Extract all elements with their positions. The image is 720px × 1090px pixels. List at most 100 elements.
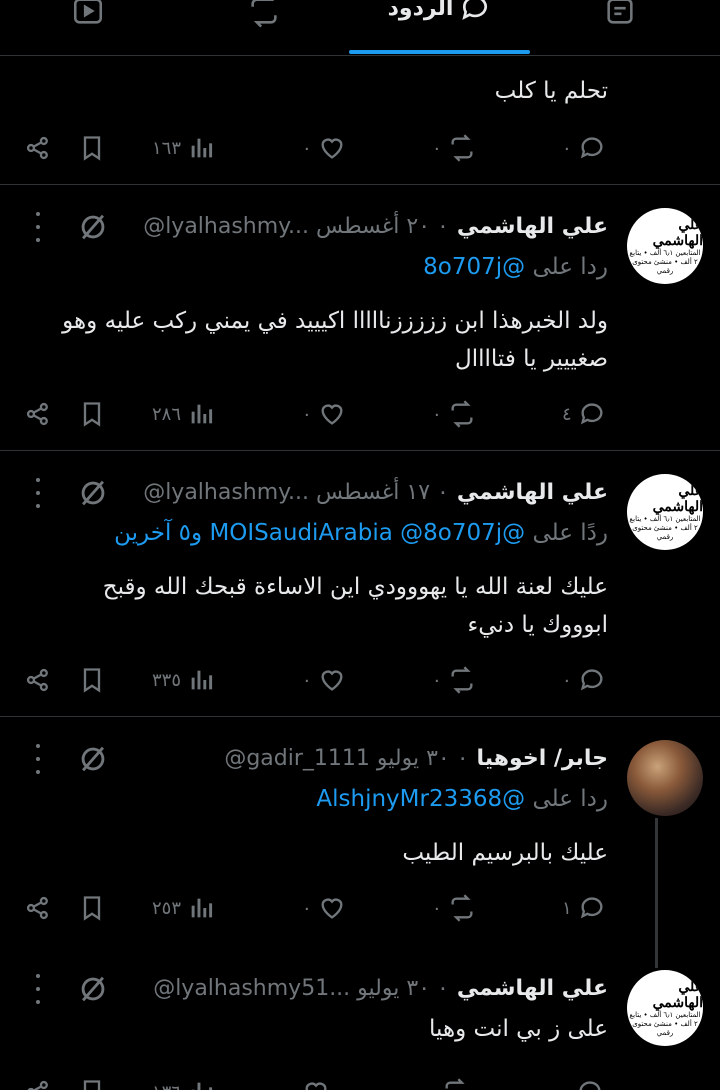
repost-button[interactable]: ٠ [432, 660, 476, 700]
share-icon [27, 1080, 48, 1090]
display-name[interactable]: جابر/ اخوهيا [477, 746, 608, 771]
bookmark-icon [83, 1080, 101, 1090]
repost-button[interactable]: ٠ [432, 888, 476, 928]
more-options-button[interactable] [30, 212, 46, 242]
reply-button[interactable]: ٠ [562, 128, 606, 168]
grok-icon[interactable] [76, 210, 110, 244]
share-button[interactable] [24, 128, 52, 168]
share-icon [26, 668, 48, 692]
bookmark-icon [83, 668, 101, 693]
retweet-icon [451, 666, 473, 694]
likes-label: ٠ [302, 137, 312, 159]
handle-and-date: @lyalhashmy... ٠ ٢٠ أغسطس [143, 213, 449, 239]
replying-to-link[interactable]: @AlshjnyMr23368 [316, 786, 525, 812]
retweet-icon [445, 1078, 465, 1089]
like-button[interactable] [302, 1072, 330, 1090]
tweet-text: عليك بالبرسيم الطيب [402, 840, 608, 866]
reply-button[interactable]: ١ [562, 888, 606, 928]
like-button[interactable]: ٠ [302, 660, 346, 700]
grok-icon[interactable] [76, 972, 110, 1006]
share-icon [26, 136, 48, 160]
replying-to: ردا على @AlshjnyMr23368 [316, 786, 608, 812]
tweet-actions: ٣٣٥ ٠ ٠ ٠ [0, 660, 720, 700]
like-button[interactable]: ٠ [302, 888, 346, 928]
replies-label: ٤ [562, 403, 572, 425]
avatar[interactable]: علي الهاشمي المتابعين ٦٫١ ألف • يتابع ٢ … [627, 474, 703, 550]
views-label: ١٣٦ [152, 1082, 181, 1090]
repost-button[interactable]: ٠ [432, 394, 476, 434]
tab-replies-label: الردود [387, 0, 454, 21]
tweet-text: عليك لعنة الله يا يهووودي اين الاساءة قب… [102, 574, 608, 638]
views-count[interactable]: ١٦٣ [152, 128, 215, 168]
bookmark-icon [83, 896, 101, 921]
views-count[interactable]: ٣٣٥ [152, 660, 215, 700]
divider [0, 450, 720, 451]
bookmark-button[interactable] [78, 660, 106, 700]
share-button[interactable] [24, 394, 52, 434]
more-options-button[interactable] [30, 974, 46, 1004]
reply-icon [579, 1081, 601, 1090]
heart-icon [321, 670, 343, 691]
tab-reposts[interactable] [236, 0, 292, 56]
divider [0, 716, 720, 717]
bookmark-button[interactable] [78, 1072, 106, 1090]
tweet-actions: ٢٥٣ ٠ ٠ ١ [0, 888, 720, 928]
views-count[interactable]: ١٣٦ [152, 1072, 215, 1090]
media-icon [73, 0, 103, 24]
tab-articles[interactable] [592, 0, 648, 56]
tweet-actions: ١٦٣ ٠ ٠ ٠ [0, 128, 720, 168]
replying-to: ردًا على @MOISaudiArabia @8o707j و٥ آخري… [114, 520, 608, 546]
display-name[interactable]: علي الهاشمي [457, 214, 608, 239]
retweets-label: ٠ [432, 137, 442, 159]
retweet-icon [251, 0, 277, 28]
like-button[interactable]: ٠ [302, 128, 346, 168]
grok-icon[interactable] [76, 742, 110, 776]
more-options-button[interactable] [30, 744, 46, 774]
avatar[interactable]: علي الهاشمي المتابعين ٦٫١ ألف • يتابع ٢ … [627, 208, 703, 284]
reply-button[interactable] [576, 1072, 604, 1090]
tweet-header: علي الهاشمي @lyalhashmy... ٠ ٢٠ أغسطس [143, 208, 608, 244]
analytics-icon [191, 1082, 213, 1090]
share-button[interactable] [24, 660, 52, 700]
heart-icon [321, 138, 343, 159]
avatar-title: علي الهاشمي [652, 216, 703, 249]
replying-to-link[interactable]: @8o707j [423, 254, 525, 280]
bookmark-button[interactable] [78, 888, 106, 928]
replying-to-link[interactable]: @MOISaudiArabia @8o707j و٥ آخرين [114, 520, 525, 546]
share-button[interactable] [24, 888, 52, 928]
bookmark-button[interactable] [78, 394, 106, 434]
views-count[interactable]: ٢٨٦ [152, 394, 215, 434]
grok-icon[interactable] [76, 476, 110, 510]
reply-button[interactable]: ٤ [562, 394, 606, 434]
replying-to: ردا على @8o707j [423, 254, 608, 280]
reply-button[interactable]: ٠ [562, 660, 606, 700]
avatar-subtitle: المتابعين ٦٫١ ألف • يتابع ٢ ألف • منشئ م… [629, 514, 701, 541]
tab-replies[interactable]: الردود [349, 0, 530, 56]
likes-label: ٠ [302, 669, 312, 691]
divider [0, 184, 720, 185]
replies-label: ١ [562, 897, 572, 919]
retweet-icon [451, 134, 473, 162]
avatar[interactable]: علي الهاشمي المتابعين ٦٫١ ألف • يتابع ٢ … [627, 970, 703, 1046]
retweets-label: ٠ [432, 897, 442, 919]
heart-icon [321, 404, 343, 425]
repost-button[interactable]: ٠ [432, 128, 476, 168]
profile-tabs: الردود [0, 0, 720, 56]
share-button[interactable] [24, 1072, 52, 1090]
replies-label: ٠ [562, 137, 572, 159]
reply-icon [580, 137, 603, 159]
heart-icon [305, 1082, 327, 1090]
bookmark-button[interactable] [78, 128, 106, 168]
tab-media[interactable] [60, 0, 116, 56]
tweet-text: على ز بي انت وهيا [429, 1016, 608, 1042]
reply-icon [580, 669, 603, 691]
like-button[interactable]: ٠ [302, 394, 346, 434]
avatar[interactable] [627, 740, 703, 816]
tweet-actions: ١٣٦ [0, 1072, 720, 1090]
views-count[interactable]: ٢٥٣ [152, 888, 215, 928]
bookmark-icon [83, 136, 101, 161]
repost-button[interactable] [442, 1072, 470, 1090]
more-options-button[interactable] [30, 478, 46, 508]
display-name[interactable]: علي الهاشمي [457, 480, 608, 505]
display-name[interactable]: علي الهاشمي [457, 976, 608, 1001]
